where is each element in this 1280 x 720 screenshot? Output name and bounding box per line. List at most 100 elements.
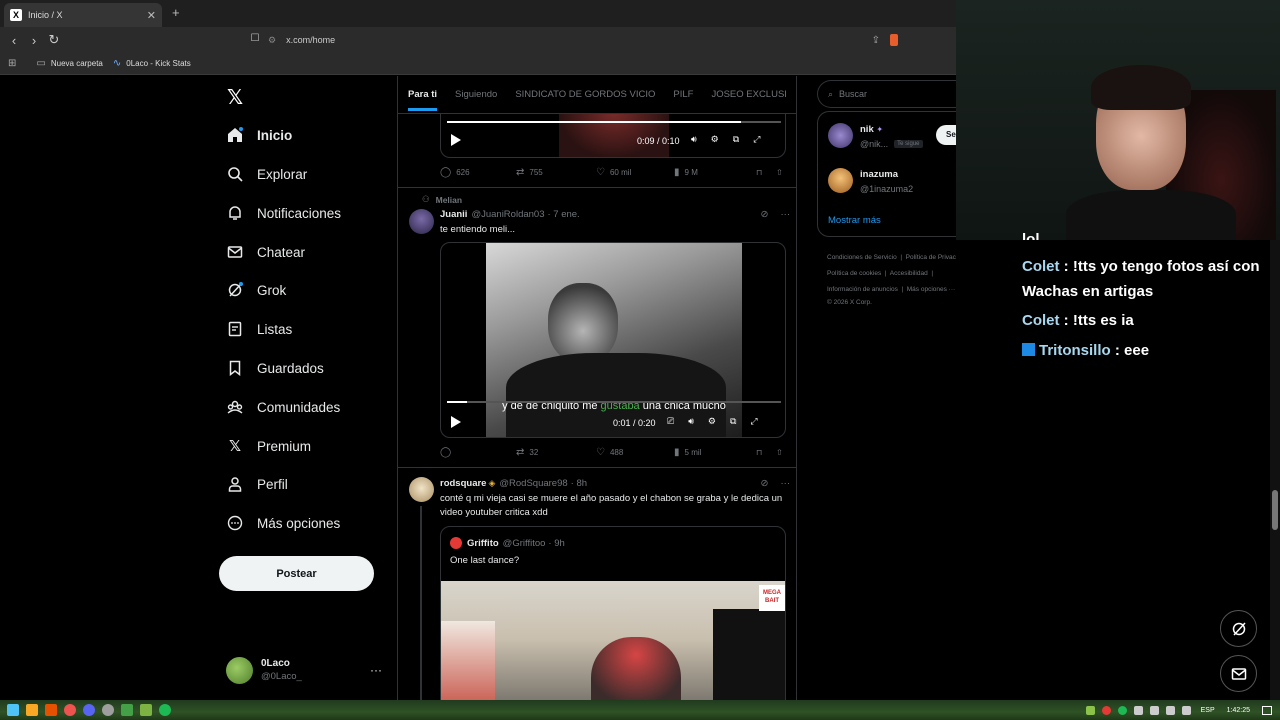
nav-chatear[interactable]: Chatear [227, 240, 305, 264]
footer-link[interactable]: Condiciones de Servicio [827, 254, 897, 261]
close-tab-icon[interactable]: ✕ [147, 9, 156, 22]
settings-icon[interactable]: ⚙ [708, 416, 716, 427]
pip-icon[interactable]: ⧉ [730, 416, 736, 427]
nav-explorar[interactable]: Explorar [227, 162, 307, 186]
kick-icon[interactable] [121, 704, 133, 716]
post-button[interactable]: Postear [219, 556, 374, 591]
nav-grok[interactable]: Grok [227, 278, 286, 302]
x-logo-icon[interactable]: 𝕏 [227, 85, 243, 110]
fullscreen-icon[interactable]: ⤢ [750, 416, 757, 427]
nav-listas[interactable]: Listas [227, 317, 292, 341]
settings-icon[interactable]: ⚙ [711, 134, 719, 145]
post-time[interactable]: · 7 ene. [547, 209, 579, 220]
grok-fab-button[interactable] [1220, 610, 1257, 647]
avatar[interactable] [409, 209, 434, 234]
spotify-icon[interactable] [159, 704, 171, 716]
nav-comunidades[interactable]: Comunidades [227, 395, 340, 419]
show-more-link[interactable]: Mostrar más [828, 215, 881, 226]
nav-perfil[interactable]: Perfil [227, 472, 288, 496]
start-icon[interactable] [7, 704, 19, 716]
author-handle[interactable]: @JuaniRoldan03 [471, 209, 544, 220]
footer-link[interactable]: Información de anuncios [827, 286, 898, 293]
author-name[interactable]: rodsquare [440, 478, 486, 489]
tray-icon[interactable] [1085, 705, 1095, 715]
nav-inicio[interactable]: Inicio [227, 123, 292, 147]
search-box[interactable]: ⌕ Buscar [817, 80, 956, 108]
nav-mas-opciones[interactable]: Más opciones [227, 511, 340, 535]
avatar[interactable] [828, 123, 853, 148]
share-icon[interactable]: ⇧ [776, 448, 783, 457]
volume-icon[interactable] [1181, 705, 1191, 715]
nav-premium[interactable]: 𝕏 Premium [227, 434, 311, 458]
bookmark-folder[interactable]: ▭ Nueva carpeta [36, 58, 102, 69]
tray-icon[interactable] [1133, 705, 1143, 715]
captions-icon[interactable]: ⎚ [667, 416, 674, 427]
avatar[interactable] [828, 168, 853, 193]
author-handle[interactable]: @RodSquare98 [499, 478, 567, 489]
video-player[interactable]: y de de chiquito me gustaba una chica mu… [440, 242, 786, 438]
bookmark-link[interactable]: ∿ 0Laco - Kick Stats [113, 58, 191, 69]
nav-notificaciones[interactable]: Notificaciones [227, 201, 341, 225]
account-switcher[interactable]: 0Laco @0Laco_ ··· [226, 655, 386, 685]
messages-fab-button[interactable] [1220, 655, 1257, 692]
scrollbar-track[interactable] [1270, 240, 1280, 700]
app-icon[interactable] [140, 704, 152, 716]
brave-icon[interactable] [890, 34, 898, 46]
bookmark-icon[interactable]: ⊓ [756, 168, 776, 177]
avatar[interactable] [409, 477, 434, 502]
site-info-icon[interactable]: ⚙ [268, 35, 276, 46]
tab-joseo[interactable]: JOSEO EXCLUSI [711, 89, 787, 100]
brave-icon[interactable] [45, 704, 57, 716]
opera-icon[interactable] [64, 704, 76, 716]
reply-button[interactable]: ◯ [440, 447, 516, 458]
scrollbar-thumb[interactable] [1272, 490, 1278, 530]
follow-name[interactable]: nik ✦ [860, 124, 883, 135]
play-icon[interactable] [451, 416, 461, 428]
tab-siguiendo[interactable]: Siguiendo [455, 89, 497, 100]
follow-name[interactable]: inazuma [860, 169, 898, 180]
reply-button[interactable]: ◯ 626 [440, 167, 516, 178]
like-button[interactable]: ♡ 60 mil [596, 167, 674, 178]
grok-post-icon[interactable]: ⊘ [761, 209, 769, 220]
quoted-post[interactable]: Griffito @Griffitoo · 9h One last dance?… [440, 526, 786, 700]
notifications-icon[interactable] [1262, 705, 1272, 715]
tab-sindicato[interactable]: SINDICATO DE GORDOS VICIO [515, 89, 655, 100]
obs-icon[interactable] [102, 704, 114, 716]
footer-link[interactable]: Política de cookies [827, 270, 881, 277]
quote-image[interactable]: MEGA BAIT [441, 581, 785, 700]
like-button[interactable]: ♡ 488 [596, 447, 674, 458]
tray-icon[interactable] [1101, 705, 1111, 715]
post-time[interactable]: · 8h [571, 478, 587, 489]
back-icon[interactable]: ‹ [4, 33, 24, 48]
browser-tab[interactable]: X Inicio / X ✕ [4, 3, 162, 27]
bookmark-icon[interactable]: ⊓ [756, 448, 776, 457]
account-more-icon[interactable]: ··· [370, 663, 382, 677]
footer-link[interactable]: Accesibilidad [890, 270, 928, 277]
reload-icon[interactable]: ↻ [44, 32, 64, 48]
explorer-icon[interactable] [26, 704, 38, 716]
clock[interactable]: 1:42:25 [1227, 707, 1250, 714]
repost-button[interactable]: ⇄ 32 [516, 447, 596, 458]
volume-icon[interactable]: 🔊︎ [691, 134, 697, 145]
video-player[interactable]: 0:09 / 0:10 🔊︎ ⚙ ⧉ ⤢ [440, 112, 786, 158]
new-tab-button[interactable]: + [172, 5, 180, 20]
language-indicator[interactable]: ESP [1201, 707, 1215, 714]
grok-post-icon[interactable]: ⊘ [761, 478, 769, 489]
apps-icon[interactable]: ⊞ [8, 58, 16, 69]
play-icon[interactable] [451, 134, 461, 146]
fullscreen-icon[interactable]: ⤢ [753, 134, 760, 145]
post-more-icon[interactable]: ··· [781, 209, 791, 220]
views-button[interactable]: ▮ 5 mil [674, 447, 756, 458]
share-icon[interactable]: ⇪ [872, 35, 880, 46]
views-button[interactable]: ▮ 9 M [674, 167, 756, 178]
post-more-icon[interactable]: ··· [781, 478, 791, 489]
nav-guardados[interactable]: Guardados [227, 356, 324, 380]
forward-icon[interactable]: › [24, 33, 44, 48]
tab-pilf[interactable]: PILF [673, 89, 693, 100]
discord-icon[interactable] [83, 704, 95, 716]
address-bar[interactable]: ⚙ x.com/home ⇪ [268, 30, 898, 50]
wifi-icon[interactable] [1165, 705, 1175, 715]
bookmark-page-icon[interactable]: ☐ [245, 33, 265, 44]
repost-button[interactable]: ⇄ 755 [516, 167, 596, 178]
volume-icon[interactable]: 🔊︎ [688, 416, 694, 427]
